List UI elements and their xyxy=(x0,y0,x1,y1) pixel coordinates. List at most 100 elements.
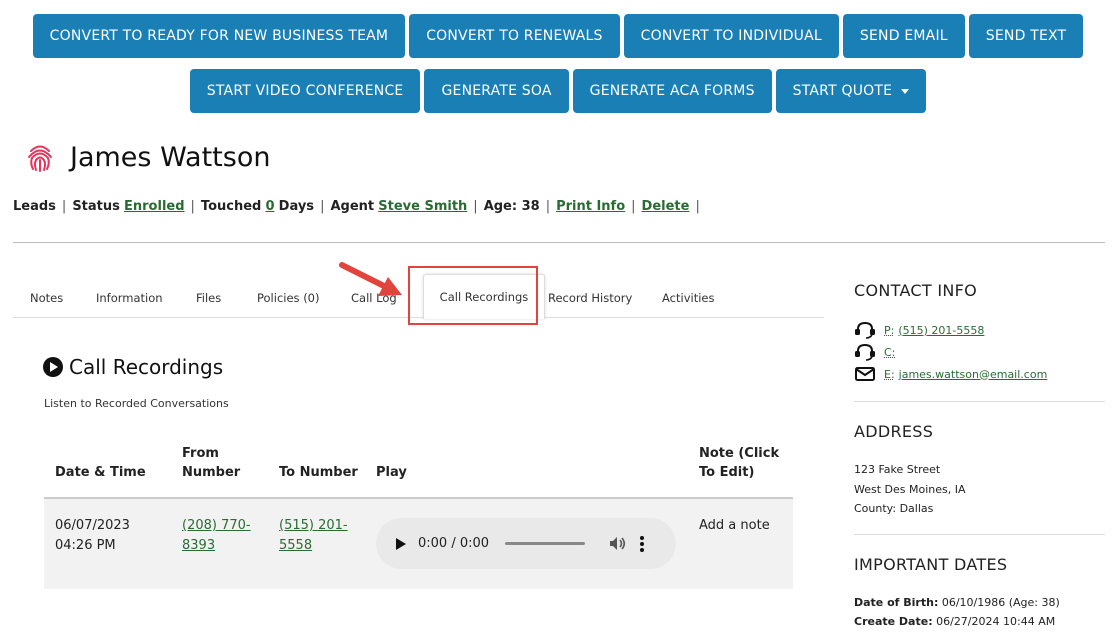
player-time: 0:00 / 0:00 xyxy=(418,536,490,551)
status-link[interactable]: Enrolled xyxy=(124,199,185,214)
phone-label: P: xyxy=(884,323,895,337)
create-label: Create Date: xyxy=(854,615,933,628)
header-to-number: To Number xyxy=(279,465,358,480)
to-number-link[interactable]: (515) 201- 5558 xyxy=(279,518,348,553)
contact-email: E: james.wattson@email.com xyxy=(854,363,1106,385)
person-name: James Wattson xyxy=(70,142,271,173)
convert-to-new-business-button[interactable]: CONVERT TO READY FOR NEW BUSINESS TEAM xyxy=(32,14,406,58)
separator: | xyxy=(61,199,67,214)
leads-label: Leads xyxy=(13,199,56,214)
phone-link[interactable]: (515) 201-5558 xyxy=(898,324,984,337)
audio-player: 0:00 / 0:00 xyxy=(376,518,676,569)
more-options-icon[interactable] xyxy=(640,535,645,552)
tab-notes[interactable]: Notes xyxy=(30,291,63,305)
header-from-number: From Number xyxy=(182,446,241,480)
envelope-icon xyxy=(855,367,875,381)
recordings-table: Date & Time From Number To Number Play N… xyxy=(44,443,793,589)
action-button-row-1: CONVERT TO READY FOR NEW BUSINESS TEAM C… xyxy=(0,14,1116,58)
dob-value: 06/10/1986 (Age: 38) xyxy=(941,596,1060,609)
table-row: 06/07/2023 04:26 PM (208) 770- 8393 (515)… xyxy=(44,499,793,589)
section-title: Call Recordings xyxy=(43,355,223,379)
record-meta-bar: Leads | Status Enrolled | Touched 0 Days… xyxy=(13,199,706,214)
start-quote-label: START QUOTE xyxy=(792,83,893,99)
age-text: Age: 38 xyxy=(483,199,540,214)
seek-bar[interactable] xyxy=(505,542,586,545)
important-dates-panel: IMPORTANT DATES Date of Birth: 06/10/198… xyxy=(854,555,1106,631)
header-date-time: Date & Time xyxy=(55,465,146,480)
header-play: Play xyxy=(376,465,407,480)
contact-phone: P: (515) 201-5558 xyxy=(854,319,1106,341)
address-panel: ADDRESS 123 Fake Street West Des Moines,… xyxy=(854,422,1106,519)
contact-info-title: CONTACT INFO xyxy=(854,281,978,300)
separator: | xyxy=(631,199,636,214)
divider xyxy=(854,534,1105,535)
separator: | xyxy=(320,199,325,214)
caret-down-icon xyxy=(901,89,910,94)
convert-to-renewals-button[interactable]: CONVERT TO RENEWALS xyxy=(409,14,620,58)
note-cell[interactable]: Add a note xyxy=(699,516,770,536)
play-circle-icon xyxy=(43,357,63,377)
delete-link[interactable]: Delete xyxy=(642,199,690,214)
send-email-button[interactable]: SEND EMAIL xyxy=(842,14,965,58)
start-quote-dropdown-button[interactable]: START QUOTE xyxy=(775,69,927,113)
create-value: 06/27/2024 10:44 AM xyxy=(936,615,1056,628)
create-date: Create Date: 06/27/2024 10:44 AM xyxy=(854,612,1106,631)
from-number-part: (208) 770- xyxy=(182,518,251,533)
fingerprint-icon xyxy=(28,145,52,172)
generate-aca-forms-button[interactable]: GENERATE ACA FORMS xyxy=(572,69,772,113)
touched-unit: Days xyxy=(278,199,315,214)
address-county: County: Dallas xyxy=(854,502,934,515)
address-city: West Des Moines, IA xyxy=(854,482,966,496)
agent-link[interactable]: Steve Smith xyxy=(378,199,467,214)
separator: | xyxy=(473,199,478,214)
separator: | xyxy=(695,199,700,214)
cell-date-time: 06/07/2023 04:26 PM xyxy=(55,516,130,556)
person-header: James Wattson xyxy=(26,142,270,173)
pointer-arrow-icon xyxy=(339,262,402,296)
header-note: Note (Click To Edit) xyxy=(699,446,780,480)
contact-cell: C: xyxy=(854,341,1106,363)
section-subtitle: Listen to Recorded Conversations xyxy=(44,397,229,410)
email-link[interactable]: james.wattson@email.com xyxy=(899,368,1048,381)
cell-label: C: xyxy=(884,345,896,359)
print-info-link[interactable]: Print Info xyxy=(556,199,625,214)
generate-soa-button[interactable]: GENERATE SOA xyxy=(424,69,569,113)
contact-info-panel: CONTACT INFO P: (515) 201-5558 C: E: jam… xyxy=(854,281,1106,385)
cell-to-number: (515) 201- 5558 xyxy=(279,516,348,556)
cell-from-number: (208) 770- 8393 xyxy=(182,516,251,556)
volume-icon[interactable] xyxy=(609,536,626,551)
tab-activities[interactable]: Activities xyxy=(662,291,714,305)
play-icon[interactable] xyxy=(396,537,406,550)
start-video-conference-button[interactable]: START VIDEO CONFERENCE xyxy=(189,69,421,113)
tab-information[interactable]: Information xyxy=(96,291,163,305)
tab-files[interactable]: Files xyxy=(196,291,221,305)
address-street: 123 Fake Street xyxy=(854,463,941,476)
action-button-row-2: START VIDEO CONFERENCE GENERATE SOA GENE… xyxy=(0,69,1116,113)
divider xyxy=(854,401,1105,402)
dob-label: Date of Birth: xyxy=(854,596,939,609)
table-header: Date & Time From Number To Number Play N… xyxy=(44,443,793,499)
touched-label: Touched xyxy=(200,199,262,214)
from-number-link[interactable]: (208) 770- 8393 xyxy=(182,518,251,553)
recording-date: 06/07/2023 xyxy=(55,518,130,533)
section-title-text: Call Recordings xyxy=(69,355,224,379)
headset-icon xyxy=(855,343,875,361)
separator: | xyxy=(190,199,195,214)
to-number-part: (515) 201- xyxy=(279,518,348,533)
email-label: E: xyxy=(884,367,895,381)
headset-icon xyxy=(855,321,875,339)
to-number-part: 5558 xyxy=(279,538,313,553)
separator: | xyxy=(545,199,551,214)
touched-days-link[interactable]: 0 xyxy=(265,199,274,214)
send-text-button[interactable]: SEND TEXT xyxy=(968,14,1084,58)
address-title: ADDRESS xyxy=(854,422,934,441)
tab-record-history[interactable]: Record History xyxy=(548,291,632,305)
from-number-part: 8393 xyxy=(182,538,216,553)
tab-policies[interactable]: Policies (0) xyxy=(257,291,319,305)
important-dates-title: IMPORTANT DATES xyxy=(854,555,1008,574)
divider xyxy=(13,242,1105,243)
status-label: Status xyxy=(72,199,120,214)
agent-label: Agent xyxy=(330,199,375,214)
recording-time: 04:26 PM xyxy=(55,538,116,553)
convert-to-individual-button[interactable]: CONVERT TO INDIVIDUAL xyxy=(623,14,839,58)
